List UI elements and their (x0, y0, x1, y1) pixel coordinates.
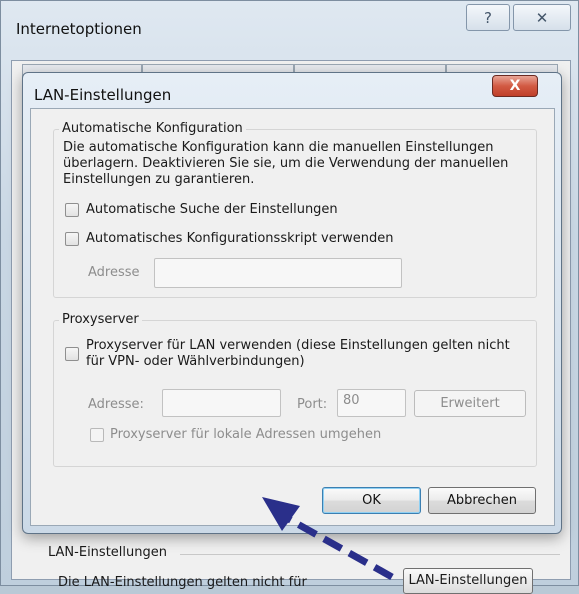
proxy-address-field[interactable] (162, 389, 281, 417)
use-proxy-checkbox[interactable] (65, 347, 79, 361)
script-address-field[interactable] (154, 258, 402, 288)
auto-detect-checkbox[interactable] (65, 203, 79, 217)
close-icon: ✕ (535, 8, 549, 27)
cancel-button[interactable]: Abbrechen (428, 487, 536, 514)
auto-script-checkbox[interactable] (65, 232, 79, 246)
advanced-button[interactable]: Erweitert (414, 390, 526, 417)
lan-settings-description: Die LAN-Einstellungen gelten nicht für (58, 575, 307, 590)
proxy-legend: Proxyserver (59, 312, 142, 327)
help-button[interactable]: ? (466, 4, 510, 31)
auto-script-label[interactable]: Automatisches Konfigurationsskript verwe… (86, 231, 393, 246)
auto-detect-label[interactable]: Automatische Suche der Einstellungen (86, 202, 338, 217)
outer-close-button[interactable]: ✕ (513, 4, 571, 31)
dialog-close-button[interactable]: X (492, 75, 538, 97)
auto-config-legend: Automatische Konfiguration (59, 121, 246, 136)
close-icon: X (509, 78, 521, 94)
outer-window-title: Internetoptionen (16, 20, 142, 38)
lan-settings-button[interactable]: LAN-Einstellungen (403, 568, 533, 594)
lan-settings-group-label: LAN-Einstellungen (48, 545, 173, 560)
script-address-label: Adresse (88, 265, 140, 280)
help-icon: ? (484, 8, 492, 27)
group-divider (180, 554, 560, 555)
proxy-port-field[interactable]: 80 (337, 389, 406, 417)
auto-config-description: Die automatische Konfiguration kann die … (63, 140, 509, 187)
use-proxy-label[interactable]: Proxyserver für LAN verwenden (diese Ein… (86, 338, 526, 370)
proxy-address-label: Adresse: (88, 397, 144, 412)
dialog-title: LAN-Einstellungen (34, 86, 172, 104)
bypass-local-label[interactable]: Proxyserver für lokale Adressen umgehen (110, 427, 381, 442)
bypass-local-checkbox[interactable] (90, 428, 104, 442)
proxy-port-label: Port: (297, 397, 328, 412)
ok-button[interactable]: OK (322, 487, 421, 514)
